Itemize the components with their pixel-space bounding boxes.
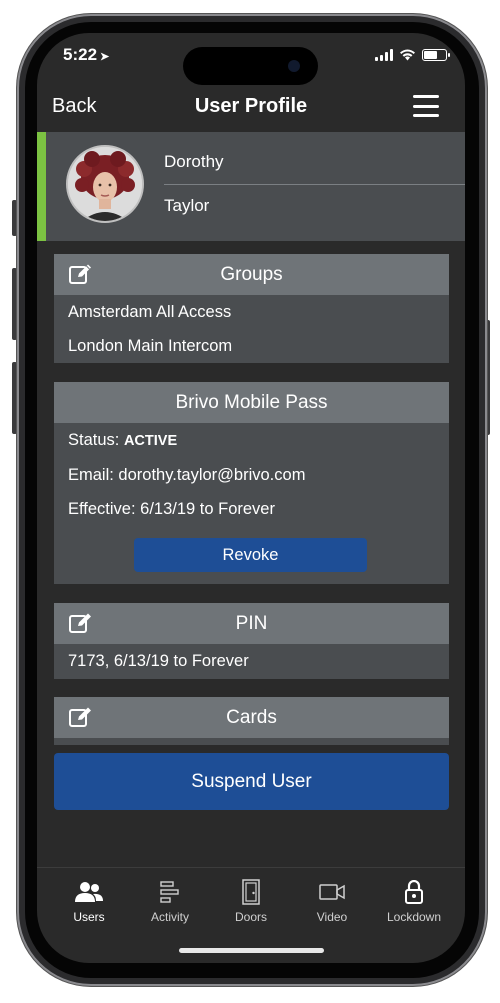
pass-status-label: Status: <box>68 431 124 449</box>
pin-card: PIN 7173, 6/13/19 to Forever <box>54 603 449 679</box>
tab-activity[interactable]: Activity <box>130 878 210 924</box>
last-name: Taylor <box>164 196 210 215</box>
status-bar: 5:22 ➤ <box>37 33 465 85</box>
home-indicator <box>179 948 324 953</box>
groups-card: Groups Amsterdam All Access London Main … <box>54 254 449 363</box>
back-button[interactable]: Back <box>52 95 96 118</box>
menu-icon[interactable] <box>413 95 439 117</box>
dynamic-island <box>183 47 318 85</box>
tab-bar: Users Activity Doors Video Lockdown <box>37 867 465 963</box>
name-divider <box>164 184 465 185</box>
status-time: 5:22 <box>63 45 98 64</box>
tab-lockdown[interactable]: Lockdown <box>374 878 454 924</box>
wifi-icon <box>400 49 415 61</box>
nav-bar: Back User Profile <box>37 91 465 131</box>
tab-video[interactable]: Video <box>292 878 372 924</box>
status-time-wrap: 5:22 ➤ <box>63 45 109 65</box>
suspend-user-button[interactable]: Suspend User <box>54 753 449 810</box>
tab-label: Video <box>316 910 348 924</box>
pass-effective: Effective: 6/13/19 to Forever <box>68 500 275 518</box>
pass-email: Email: dorothy.taylor@brivo.com <box>68 466 306 484</box>
user-photo <box>68 147 142 221</box>
lock-icon <box>405 880 423 904</box>
location-arrow-icon: ➤ <box>100 51 110 63</box>
tab-label: Activity <box>150 910 189 924</box>
camera-icon <box>288 60 300 72</box>
tab-doors[interactable]: Doors <box>211 878 291 924</box>
pin-header: PIN <box>54 603 449 644</box>
mobile-pass-card: Brivo Mobile Pass Status: ACTIVE Email: … <box>54 382 449 584</box>
app-screen: 5:22 ➤ Back User Profile Dorothy Taylor … <box>37 33 465 963</box>
pin-title: PIN <box>235 613 268 634</box>
video-icon <box>319 884 345 900</box>
cards-card: Cards <box>54 697 449 745</box>
revoke-button[interactable]: Revoke <box>134 538 367 572</box>
groups-title: Groups <box>220 264 283 285</box>
page-title: User Profile <box>194 95 308 117</box>
door-icon <box>242 879 260 905</box>
mobile-pass-header: Brivo Mobile Pass <box>54 382 449 423</box>
avatar <box>66 145 144 223</box>
pass-status: Status: ACTIVE <box>54 423 449 458</box>
group-item: London Main Intercom <box>68 337 233 355</box>
mobile-pass-title: Brivo Mobile Pass <box>175 392 328 413</box>
edit-icon[interactable] <box>68 612 94 634</box>
tab-label: Users <box>73 910 105 924</box>
tab-label: Doors <box>234 910 267 924</box>
cards-header: Cards <box>54 697 449 738</box>
group-item: Amsterdam All Access <box>68 303 232 321</box>
first-name: Dorothy <box>164 152 224 171</box>
cellular-signal-icon <box>375 49 393 61</box>
status-icons <box>375 48 450 61</box>
groups-header: Groups <box>54 254 449 295</box>
pin-value: 7173, 6/13/19 to Forever <box>68 652 249 670</box>
activity-icon <box>160 881 179 903</box>
cards-title: Cards <box>226 707 277 728</box>
edit-icon[interactable] <box>68 706 94 728</box>
pass-status-value: ACTIVE <box>123 433 178 449</box>
battery-icon <box>422 49 450 61</box>
users-icon <box>75 882 103 902</box>
profile-header: Dorothy Taylor <box>37 132 465 241</box>
edit-icon[interactable] <box>68 263 94 285</box>
tab-users[interactable]: Users <box>49 878 129 924</box>
tab-label: Lockdown <box>386 910 442 924</box>
